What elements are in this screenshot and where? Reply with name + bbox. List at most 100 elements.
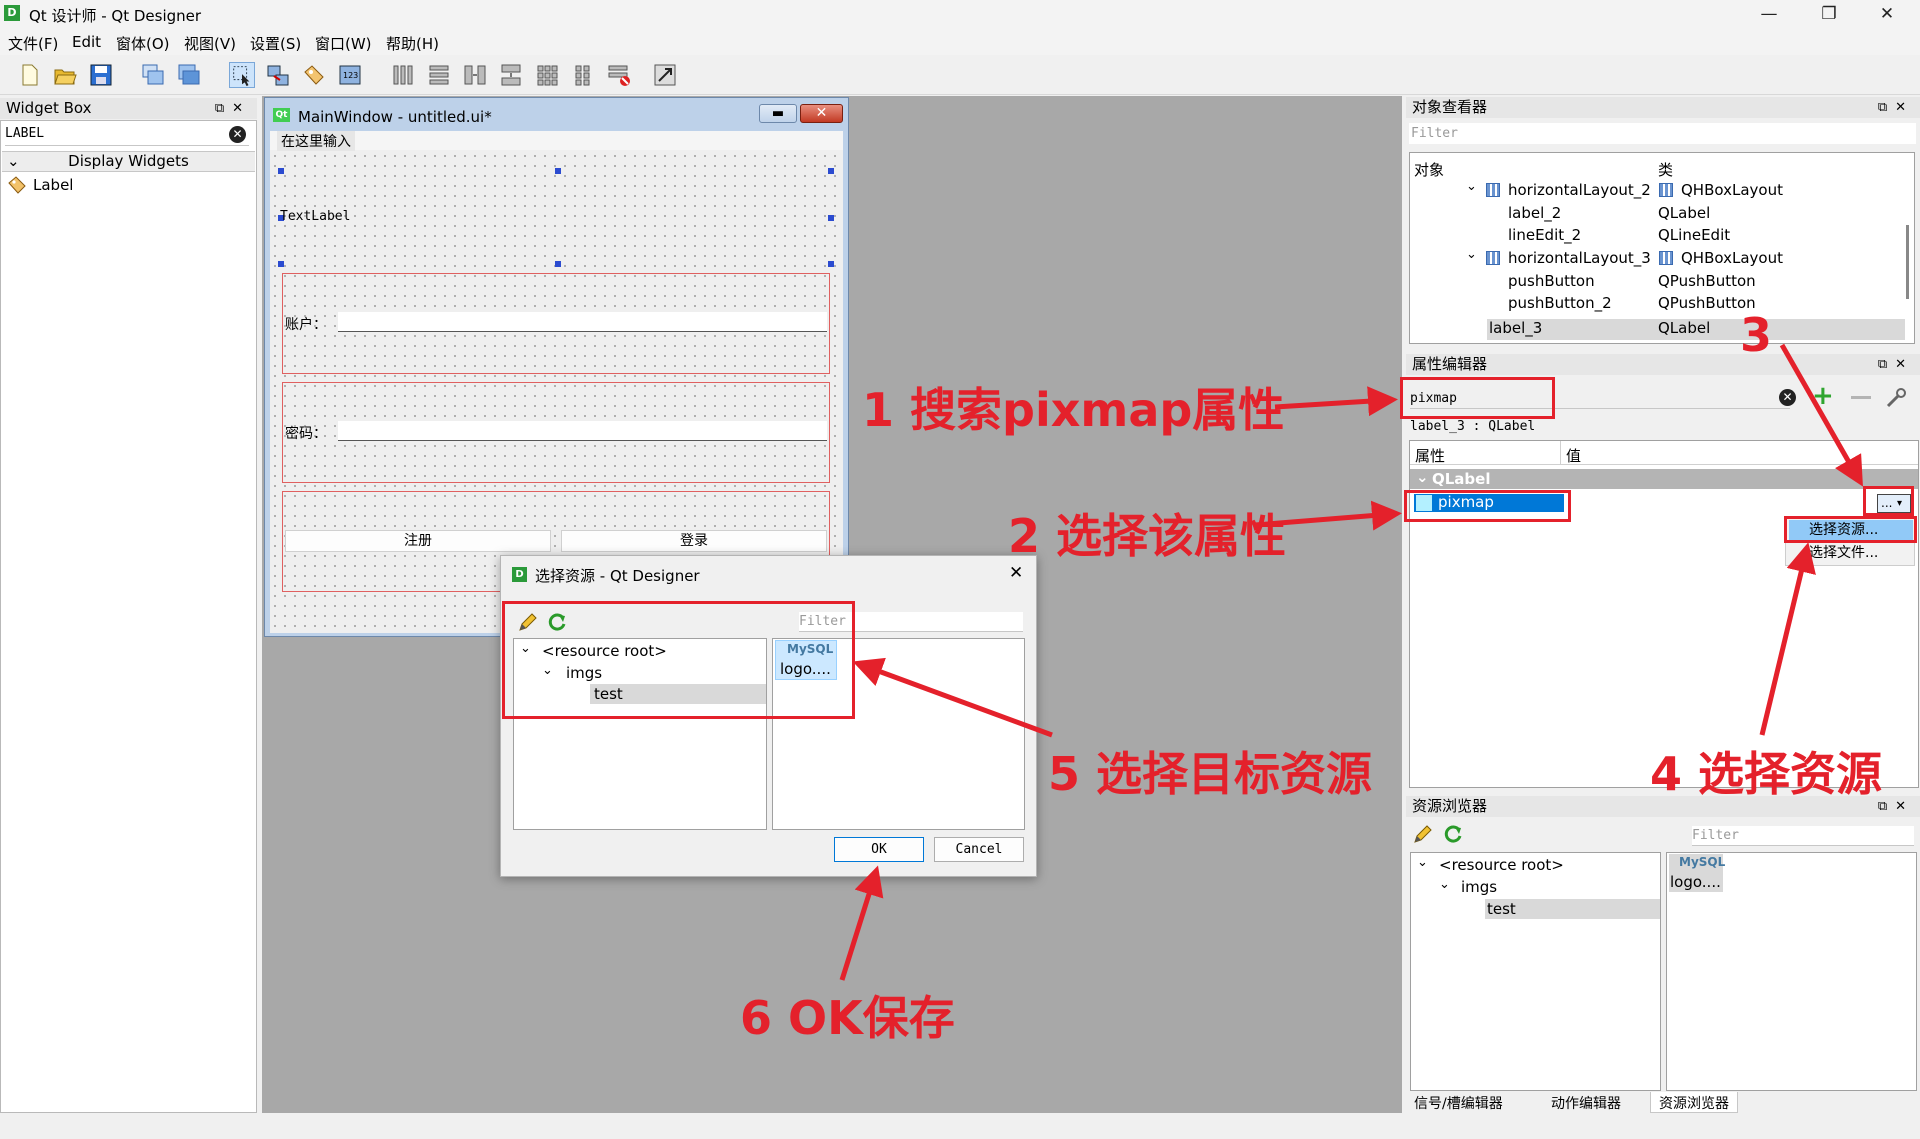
window-tile-icon[interactable] [176, 62, 202, 88]
close-button[interactable]: ✕ [1858, 0, 1916, 29]
layout-horizontal-icon[interactable] [390, 62, 416, 88]
tree-row-class: QHBoxLayout [1681, 181, 1783, 199]
menu-file[interactable]: 文件(F) [8, 33, 58, 54]
tree-row-object[interactable]: pushButton_2 [1508, 294, 1612, 312]
resource-browser-float-close-icon[interactable]: ⧉✕ [1878, 796, 1914, 817]
selection-handle[interactable] [555, 261, 561, 267]
tree-row-class: QHBoxLayout [1681, 249, 1783, 267]
tree-row-object[interactable]: label_3 [1489, 319, 1542, 337]
layout-grid-icon[interactable] [534, 62, 560, 88]
open-folder-icon[interactable] [52, 62, 78, 88]
tree-row-object[interactable]: lineEdit_2 [1508, 226, 1581, 244]
widget-item-label[interactable]: Label [33, 176, 73, 194]
column-header-property: 属性 [1415, 447, 1446, 465]
tree-row-object[interactable]: horizontalLayout_3 [1508, 249, 1651, 267]
window-cascade-icon[interactable] [140, 62, 166, 88]
resource-filter-input[interactable]: Filter [1692, 826, 1914, 846]
annotation-step5: 5 选择目标资源 [1048, 747, 1373, 801]
resource-file-view: MySQL logo.... [1666, 852, 1917, 1091]
dialog-close-button[interactable]: ✕ [1009, 563, 1023, 583]
resource-root[interactable]: <resource root> [1439, 856, 1564, 874]
form-minimize-button[interactable]: ▬ [759, 104, 797, 123]
tree-row-object[interactable]: pushButton [1508, 272, 1595, 290]
edit-signals-icon[interactable] [265, 62, 291, 88]
pencil-icon[interactable] [1412, 823, 1434, 845]
chevron-down-icon[interactable]: ⌄ [1466, 247, 1477, 262]
chevron-down-icon[interactable]: ⌄ [1466, 179, 1477, 194]
menu-help[interactable]: 帮助(H) [386, 33, 439, 54]
selection-handle[interactable] [278, 261, 284, 267]
edit-tab-order-icon[interactable]: 123 [337, 62, 363, 88]
form-window-title: MainWindow - untitled.ui* [298, 108, 492, 126]
clear-search-icon[interactable]: ✕ [229, 126, 246, 143]
password-layout: 密码： [282, 382, 830, 483]
login-button[interactable]: 登录 [561, 530, 827, 552]
menu-bar: 文件(F) Edit 窗体(O) 视图(V) 设置(S) 窗口(W) 帮助(H) [0, 29, 1920, 55]
category-display-widgets[interactable]: ⌄ Display Widgets [2, 151, 255, 172]
widget-box-search-input[interactable]: LABEL [5, 126, 249, 146]
resource-file-item[interactable]: MySQL logo.... [1669, 854, 1725, 892]
tree-row-object[interactable]: horizontalLayout_2 [1508, 181, 1651, 199]
property-editor-float-close-icon[interactable]: ⧉✕ [1878, 354, 1914, 375]
widget-box-title: Widget Box [6, 99, 92, 117]
form-close-button[interactable]: ✕ [800, 104, 843, 123]
property-table-header: 属性 值 [1410, 441, 1918, 465]
account-input[interactable] [338, 312, 827, 332]
chevron-down-icon[interactable]: ⌄ [1417, 855, 1428, 870]
tab-resource-browser[interactable]: 资源浏览器 [1650, 1092, 1738, 1113]
clear-search-icon[interactable]: ✕ [1779, 389, 1796, 406]
new-file-icon[interactable] [16, 62, 42, 88]
menu-type-here-placeholder[interactable]: 在这里输入 [277, 131, 355, 151]
edit-widgets-icon[interactable] [229, 62, 255, 88]
dialog-ok-button[interactable]: OK [834, 837, 924, 862]
layout-splitter-v-icon[interactable] [498, 62, 524, 88]
selection-handle[interactable] [278, 168, 284, 174]
layout-form-icon[interactable] [570, 62, 596, 88]
selection-handle[interactable] [555, 168, 561, 174]
tree-scrollbar[interactable] [1906, 225, 1909, 299]
wrench-icon[interactable] [1884, 386, 1908, 410]
tree-row-object[interactable]: label_2 [1508, 204, 1561, 222]
maximize-button[interactable]: ❐ [1800, 0, 1858, 29]
adjust-size-icon[interactable] [652, 62, 678, 88]
menu-window[interactable]: 窗口(W) [315, 33, 372, 54]
menu-form[interactable]: 窗体(O) [116, 33, 170, 54]
tab-action-editor[interactable]: 动作编辑器 [1551, 1093, 1621, 1113]
layout-splitter-h-icon[interactable] [462, 62, 488, 88]
selection-handle[interactable] [828, 215, 834, 221]
menu-settings[interactable]: 设置(S) [250, 33, 301, 54]
add-property-icon[interactable]: + [1812, 383, 1834, 409]
object-tree: 对象 类 ⌄ horizontalLayout_2 QHBoxLayout la… [1409, 152, 1915, 344]
save-icon[interactable] [88, 62, 114, 88]
minimize-button[interactable]: — [1740, 0, 1798, 29]
selection-handle[interactable] [828, 261, 834, 267]
text-label-widget[interactable]: TextLabel [280, 209, 350, 224]
object-filter-input[interactable]: Filter [1409, 123, 1916, 144]
widget-box-float-close-icon[interactable]: ⧉✕ [215, 98, 251, 119]
object-inspector-float-close-icon[interactable]: ⧉✕ [1878, 97, 1914, 118]
title-bar: D Qt 设计师 - Qt Designer — ❐ ✕ [0, 0, 1920, 29]
category-label: Display Widgets [68, 152, 189, 170]
tab-signal-slot-editor[interactable]: 信号/槽编辑器 [1414, 1093, 1503, 1113]
annotation-box-pixmap-property [1404, 490, 1571, 522]
break-layout-icon[interactable] [606, 62, 632, 88]
bottom-tab-bar: 信号/槽编辑器 动作编辑器 资源浏览器 [1408, 1091, 1918, 1113]
selection-handle[interactable] [828, 168, 834, 174]
password-input[interactable] [338, 421, 827, 441]
label-tag-icon [8, 176, 26, 194]
property-group-qlabel[interactable]: ⌄ QLabel [1410, 468, 1918, 489]
layout-vertical-icon[interactable] [426, 62, 452, 88]
resource-folder-imgs[interactable]: imgs [1461, 878, 1497, 896]
account-layout: 账户： [282, 273, 830, 374]
menu-item-choose-file[interactable]: 选择文件... [1789, 543, 1913, 563]
resource-prefix-test[interactable]: test [1487, 900, 1516, 918]
reload-icon[interactable] [1442, 823, 1464, 845]
resource-file-label: logo.... [1670, 873, 1721, 891]
remove-property-icon[interactable] [1851, 396, 1871, 399]
menu-edit[interactable]: Edit [72, 33, 101, 51]
menu-view[interactable]: 视图(V) [184, 33, 236, 54]
chevron-down-icon[interactable]: ⌄ [1439, 877, 1450, 892]
register-button[interactable]: 注册 [285, 530, 551, 552]
dialog-cancel-button[interactable]: Cancel [934, 837, 1024, 862]
edit-buddies-icon[interactable] [301, 62, 327, 88]
